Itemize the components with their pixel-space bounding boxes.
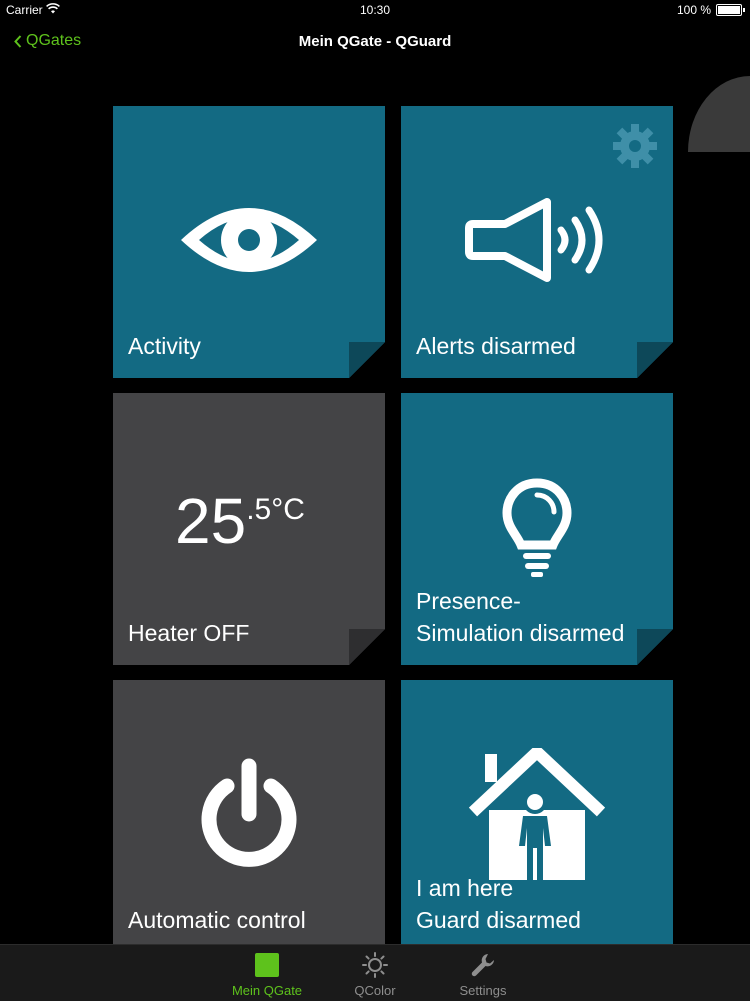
sun-icon <box>362 952 388 978</box>
status-bar: Carrier 10:30 100 % <box>0 0 750 20</box>
tile-presence-simulation[interactable]: Presence- Simulation disarmed <box>401 393 673 665</box>
tile-alerts[interactable]: Alerts disarmed <box>401 106 673 378</box>
page-fold <box>349 342 385 378</box>
tile-automatic-control[interactable]: Automatic control <box>113 680 385 952</box>
house-person-icon <box>469 748 605 880</box>
tab-bar: Mein QGate QColor Settings <box>0 944 750 1001</box>
tile-activity-label: Activity <box>128 333 201 359</box>
side-panel-handle[interactable] <box>688 76 750 152</box>
tile-guard-label-line1: I am here <box>416 875 514 901</box>
tile-guard-label: I am here Guard disarmed <box>416 872 581 936</box>
lightbulb-icon <box>502 478 572 577</box>
clock: 10:30 <box>359 3 391 17</box>
page-fold <box>637 342 673 378</box>
temperature-decimal: .5°C <box>246 493 305 526</box>
page-fold <box>349 629 385 665</box>
tile-automatic-label: Automatic control <box>128 907 306 933</box>
temperature-whole: 25 <box>175 485 247 557</box>
tab-mein-qgate[interactable]: Mein QGate <box>222 951 312 998</box>
tab-settings-label: Settings <box>459 983 507 998</box>
tile-guard-label-line2: Guard disarmed <box>416 907 581 933</box>
battery-indicator: 100 % <box>676 3 745 17</box>
page-title: Mein QGate - QGuard <box>298 33 452 50</box>
tile-presence-label: Presence- Simulation disarmed <box>416 585 624 649</box>
nav-bar: QGates Mein QGate - QGuard <box>0 20 750 64</box>
battery-icon <box>716 4 745 16</box>
tile-alerts-label: Alerts disarmed <box>416 333 576 359</box>
page-fold <box>637 629 673 665</box>
tab-mein-qgate-label: Mein QGate <box>231 983 303 998</box>
battery-percent: 100 % <box>676 3 711 17</box>
qgate-square-icon <box>255 953 279 977</box>
tile-activity[interactable]: Activity <box>113 106 385 378</box>
tab-qcolor[interactable]: QColor <box>330 951 420 998</box>
tile-presence-label-line2: Simulation disarmed <box>416 620 625 646</box>
tile-guard[interactable]: I am here Guard disarmed <box>401 680 673 952</box>
tab-qcolor-label: QColor <box>354 983 396 998</box>
temperature-readout: 25.5°C <box>175 489 305 553</box>
power-icon <box>201 758 297 867</box>
tile-heater-label: Heater OFF <box>128 620 250 646</box>
gear-icon[interactable] <box>611 122 659 170</box>
wrench-icon <box>471 954 494 977</box>
eye-icon <box>181 208 317 272</box>
tile-presence-label-line1: Presence- <box>416 588 521 614</box>
tab-settings[interactable]: Settings <box>438 951 528 998</box>
tile-heater[interactable]: 25.5°C Heater OFF <box>113 393 385 665</box>
megaphone-icon <box>465 198 603 282</box>
